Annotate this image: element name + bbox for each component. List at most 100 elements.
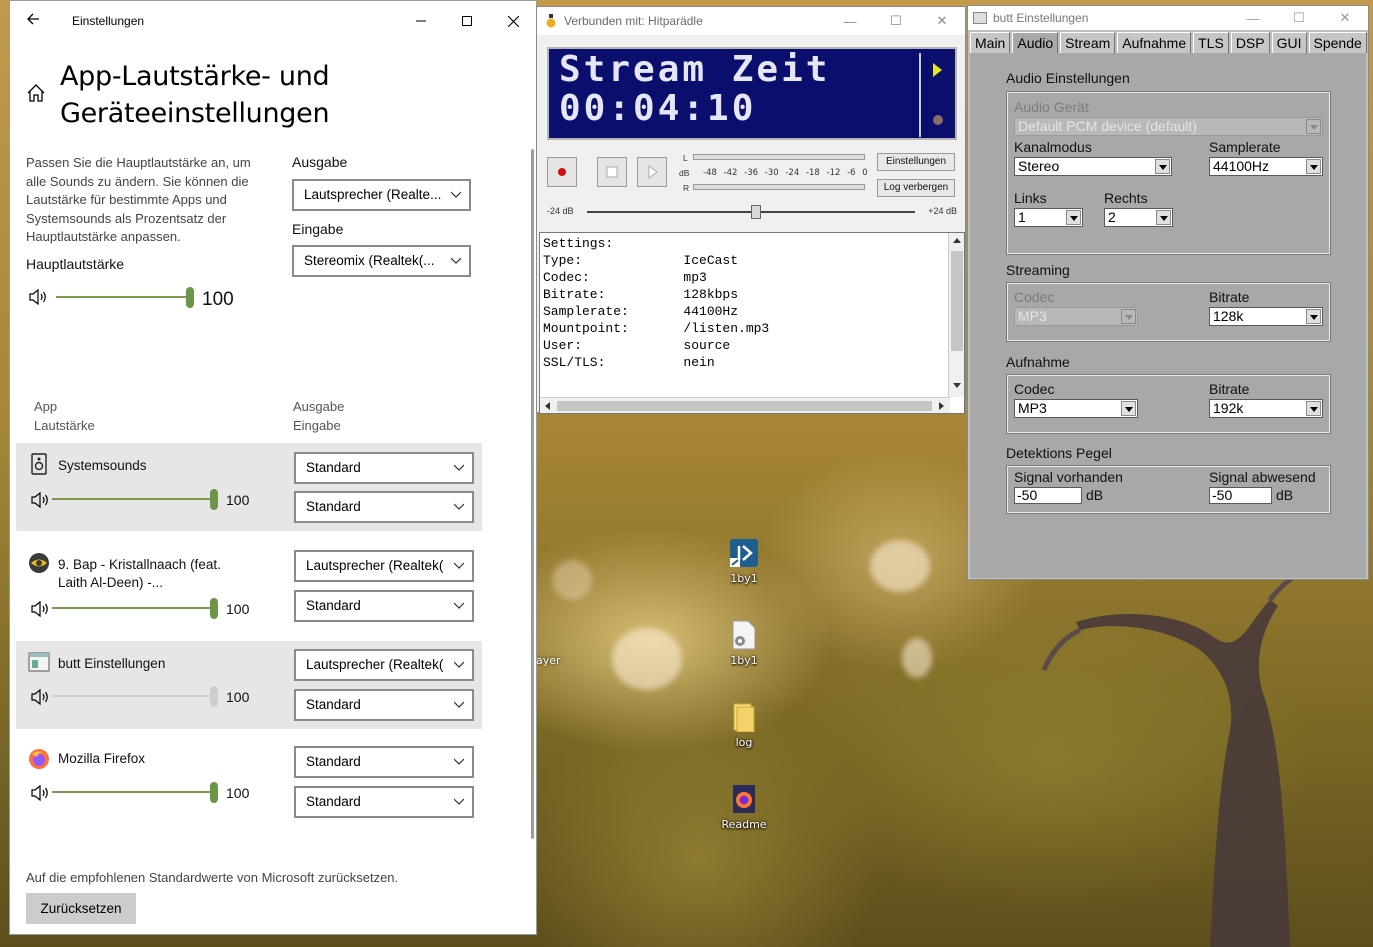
app-volume-slider[interactable]: [52, 489, 218, 510]
speaker-icon[interactable]: [28, 288, 48, 306]
tab-main[interactable]: Main: [970, 32, 1011, 53]
left-channel-select[interactable]: 1: [1014, 208, 1083, 227]
app-input-dropdown[interactable]: Standard: [294, 491, 474, 523]
log-panel[interactable]: Settings: Type: IceCast Codec: mp3 Bitra…: [539, 232, 965, 414]
samplerate-select[interactable]: 44100Hz: [1209, 157, 1323, 176]
speaker-icon[interactable]: [30, 688, 50, 706]
close-button[interactable]: ✕: [919, 13, 965, 29]
vu-meter: L dB R -48 -42 -36 -30 -24 -18 -12 -6 0: [679, 151, 869, 195]
minimize-button[interactable]: [398, 1, 444, 41]
stream-bitrate-select[interactable]: 128k: [1209, 307, 1323, 326]
recording-group-title: Aufnahme: [1006, 354, 1070, 370]
stream-time: 00:04:10: [559, 88, 757, 129]
vu-scale: -48 -42 -36 -30 -24 -18 -12 -6 0: [703, 168, 868, 178]
desktop-icon-log[interactable]: log: [714, 702, 774, 749]
home-icon[interactable]: [26, 83, 46, 103]
master-volume-slider[interactable]: [56, 287, 194, 308]
tab-audio[interactable]: Audio: [1012, 32, 1059, 53]
firefox-document-icon: [729, 784, 759, 814]
stream-codec-select[interactable]: MP3: [1014, 307, 1138, 326]
back-arrow-icon[interactable]: [10, 12, 56, 31]
speaker-icon[interactable]: [30, 600, 50, 618]
play-button[interactable]: [637, 157, 667, 187]
settings-button[interactable]: Einstellungen: [877, 153, 955, 171]
gain-slider[interactable]: -24 dB +24 dB: [547, 205, 957, 219]
tab-spende[interactable]: Spende: [1308, 32, 1367, 53]
minimize-button[interactable]: —: [1230, 11, 1276, 26]
column-header-output: Ausgabe: [293, 399, 345, 414]
close-button[interactable]: [490, 1, 536, 41]
window-title: butt Einstellungen: [993, 11, 1089, 25]
desktop-icon-readme[interactable]: Readme: [714, 784, 774, 831]
desktop-icon-1by1-app[interactable]: 1by1: [714, 538, 774, 585]
record-button[interactable]: [547, 157, 577, 187]
slider-fill: [52, 695, 212, 697]
channel-mode-select[interactable]: Stereo: [1014, 157, 1172, 176]
app-name: Mozilla Firefox: [58, 751, 146, 766]
app-output-value: Lautsprecher (Realtek(: [306, 558, 444, 573]
chevron-down-icon: [451, 257, 461, 264]
log-vertical-scrollbar[interactable]: [948, 233, 964, 397]
record-bitrate-select[interactable]: 192k: [1209, 399, 1323, 418]
desktop-icon-1by1-config[interactable]: 1by1: [714, 620, 774, 667]
minimize-button[interactable]: —: [827, 14, 873, 29]
gain-thumb[interactable]: [751, 205, 761, 219]
config-file-icon: [729, 620, 759, 650]
app-output-dropdown[interactable]: Lautsprecher (Realtek(: [294, 550, 474, 582]
output-label: Ausgabe: [292, 154, 348, 170]
dropdown-arrow-icon: [1155, 159, 1170, 174]
stream-bitrate-label: Bitrate: [1209, 289, 1250, 305]
vu-db-label: dB: [679, 168, 690, 178]
app-output-dropdown[interactable]: Lautsprecher (Realtek(: [294, 649, 474, 681]
bokeh-light: [902, 638, 932, 678]
app-volume-value: 100: [226, 689, 250, 705]
input-device-dropdown[interactable]: Stereomix (Realtek(...: [292, 245, 471, 277]
app-input-dropdown[interactable]: Standard: [294, 786, 474, 818]
reset-button[interactable]: Zurücksetzen: [26, 893, 136, 924]
stop-button[interactable]: [597, 157, 627, 187]
app-output-dropdown[interactable]: Standard: [294, 452, 474, 484]
settings-window: Einstellungen App-Lautstärke- und Geräte…: [9, 0, 537, 935]
page-title-line-2: Geräteeinstellungen: [60, 98, 330, 129]
app-volume-slider[interactable]: [52, 598, 218, 619]
close-button[interactable]: ✕: [1322, 10, 1368, 26]
window-app-icon: [973, 12, 987, 24]
app-volume-value: 100: [226, 601, 250, 617]
tab-gui[interactable]: GUI: [1271, 32, 1307, 53]
slider-thumb[interactable]: [210, 598, 218, 619]
butt-settings-window: butt Einstellungen — ☐ ✕ Main Audio Stre…: [967, 5, 1369, 580]
dropdown-arrow-icon: [1306, 309, 1321, 324]
tab-stream[interactable]: Stream: [1060, 32, 1116, 53]
maximize-button[interactable]: [444, 1, 490, 41]
maximize-button[interactable]: ☐: [873, 13, 919, 29]
slider-thumb[interactable]: [210, 782, 218, 803]
hide-log-button[interactable]: Log verbergen: [877, 179, 955, 197]
signal-absent-input[interactable]: -50: [1209, 487, 1272, 504]
desktop-icon-label-partial[interactable]: ayer: [536, 654, 561, 667]
tab-tls[interactable]: TLS: [1193, 32, 1229, 53]
app-input-dropdown[interactable]: Standard: [294, 590, 474, 622]
slider-thumb[interactable]: [186, 287, 194, 308]
app-input-dropdown[interactable]: Standard: [294, 689, 474, 721]
speaker-icon[interactable]: [30, 784, 50, 802]
app-volume-slider[interactable]: [52, 686, 218, 707]
channel-mode-value: Stereo: [1018, 158, 1060, 174]
app-input-value: Standard: [306, 499, 361, 514]
slider-thumb[interactable]: [210, 489, 218, 510]
maximize-button[interactable]: ☐: [1276, 10, 1322, 26]
record-codec-select[interactable]: MP3: [1014, 399, 1138, 418]
signal-present-input[interactable]: -50: [1014, 487, 1082, 504]
output-device-dropdown[interactable]: Lautsprecher (Realte...: [292, 179, 471, 211]
speaker-icon[interactable]: [30, 491, 50, 509]
audio-device-select[interactable]: Default PCM device (default): [1014, 117, 1323, 136]
log-horizontal-scrollbar[interactable]: [540, 397, 950, 413]
app-volume-slider[interactable]: [52, 782, 218, 803]
right-channel-select[interactable]: 2: [1104, 208, 1173, 227]
channel-mode-label: Kanalmodus: [1014, 139, 1092, 155]
slider-thumb[interactable]: [210, 686, 218, 707]
app-output-dropdown[interactable]: Standard: [294, 746, 474, 778]
tab-aufnahme[interactable]: Aufnahme: [1117, 32, 1192, 53]
vertical-scrollbar[interactable]: [531, 149, 534, 839]
tab-dsp[interactable]: DSP: [1230, 32, 1270, 53]
log-text: Settings: Type: IceCast Codec: mp3 Bitra…: [543, 236, 770, 370]
